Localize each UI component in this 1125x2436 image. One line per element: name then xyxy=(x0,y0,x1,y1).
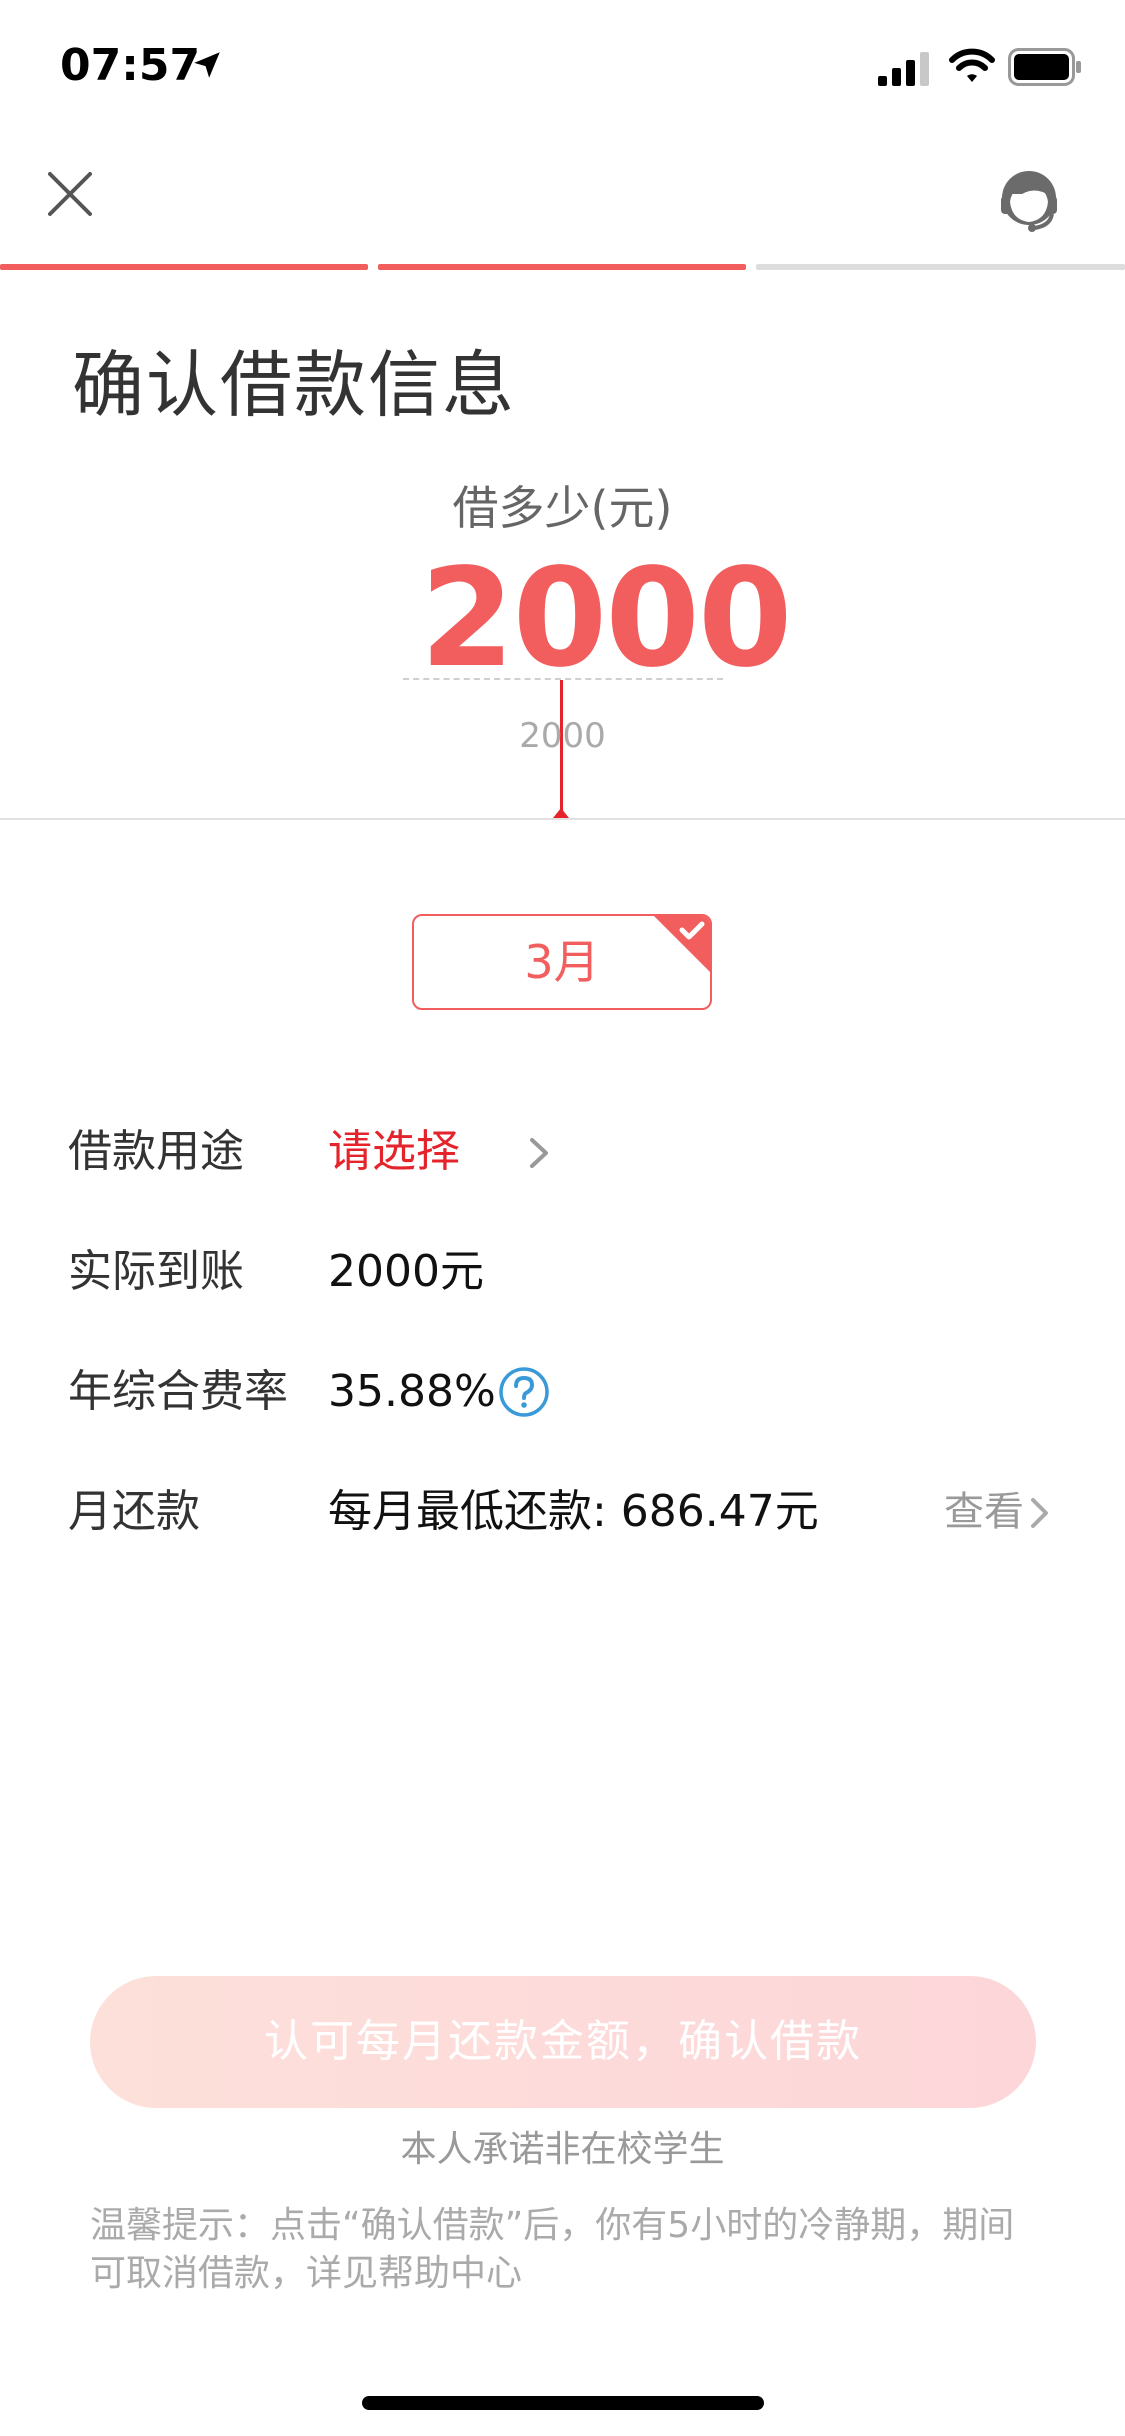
customer-service-icon[interactable] xyxy=(992,164,1066,238)
signal-icon xyxy=(878,52,929,86)
progress-step-3 xyxy=(756,264,1125,270)
annual-rate-row: 年综合费率 35.88% xyxy=(0,1352,1125,1432)
status-bar: 07:57 xyxy=(0,0,1125,132)
monthly-payment-value: 每月最低还款: 686.47元 xyxy=(328,1486,819,1537)
wifi-icon xyxy=(949,48,995,82)
slider-caption: 2000 xyxy=(519,716,606,756)
confirm-loan-button[interactable]: 认可每月还款金额，确认借款 xyxy=(90,1976,1036,2108)
page-title: 确认借款信息 xyxy=(72,343,517,427)
actual-amount-row: 实际到账 2000元 xyxy=(0,1232,1125,1312)
annual-rate-label: 年综合费率 xyxy=(68,1366,288,1417)
amount-value[interactable]: 2000 xyxy=(420,540,793,698)
amount-slider-track[interactable] xyxy=(0,818,1125,820)
home-indicator[interactable] xyxy=(362,2396,764,2410)
pledge-text: 本人承诺非在校学生 xyxy=(400,2129,725,2170)
amount-underline xyxy=(403,678,723,680)
chevron-right-icon[interactable] xyxy=(524,1136,554,1170)
loan-purpose-value[interactable]: 请选择 xyxy=(328,1112,460,1192)
close-icon[interactable] xyxy=(40,164,100,224)
battery-icon xyxy=(1008,48,1081,86)
loan-purpose-label: 借款用途 xyxy=(68,1126,244,1177)
annual-rate-value: 35.88% xyxy=(328,1366,496,1417)
progress-step-1 xyxy=(0,264,368,270)
loan-confirm-screen: 07:57 确认借款信息 借多少(元) 2000 2000 3月 借款用途 请选… xyxy=(0,0,1125,2436)
check-icon xyxy=(654,916,710,972)
status-time: 07:57 xyxy=(60,40,201,91)
tip-text: 温馨提示：点击“确认借款”后，你有5小时的冷静期，期间可取消借款，详见帮助中心 xyxy=(90,2205,1015,2294)
location-arrow-icon xyxy=(194,52,220,78)
step-progress xyxy=(0,264,1125,270)
actual-amount-value: 2000元 xyxy=(328,1246,484,1297)
view-schedule-link[interactable]: 查看 xyxy=(944,1472,1024,1552)
progress-step-2 xyxy=(378,264,746,270)
slider-caret xyxy=(553,808,569,818)
monthly-payment-row: 月还款 每月最低还款: 686.47元 查看 xyxy=(0,1472,1125,1552)
loan-purpose-row[interactable]: 借款用途 请选择 xyxy=(0,1112,1125,1192)
actual-amount-label: 实际到账 xyxy=(68,1246,244,1297)
chevron-right-icon[interactable] xyxy=(1026,1496,1052,1530)
amount-label: 借多少(元) xyxy=(452,481,673,535)
help-icon[interactable] xyxy=(498,1366,550,1418)
monthly-payment-label: 月还款 xyxy=(68,1486,200,1537)
term-option-3-months[interactable]: 3月 xyxy=(412,914,712,1010)
